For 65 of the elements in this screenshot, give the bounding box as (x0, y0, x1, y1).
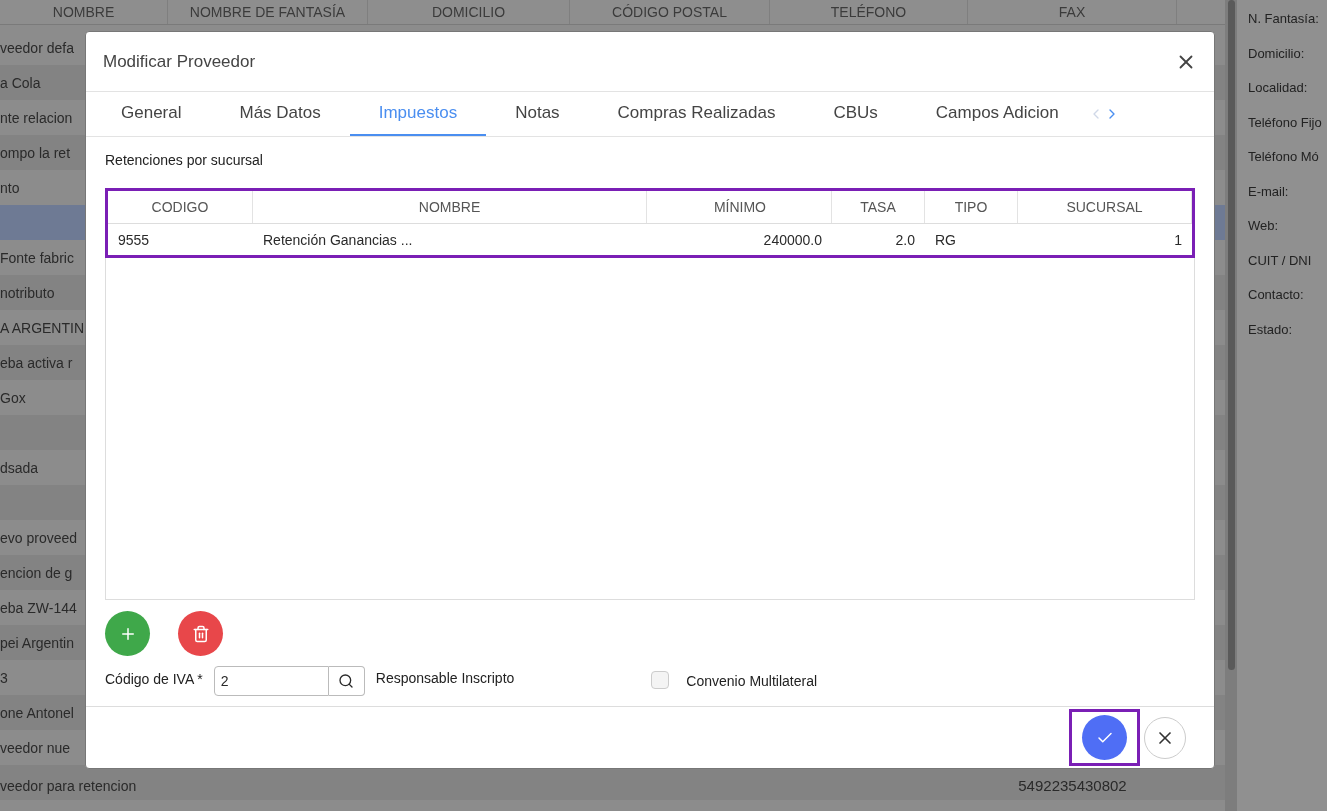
tab[interactable]: CBUs (804, 92, 907, 136)
delete-button[interactable] (178, 611, 223, 656)
scrollbar[interactable] (1227, 0, 1235, 670)
iva-code-field[interactable]: 2 (213, 666, 329, 696)
table-cell: eba activa r (0, 354, 73, 371)
table-cell: notributo (0, 284, 55, 301)
table-cell: one Antonel (0, 704, 74, 721)
table-cell: 1 (1174, 231, 1182, 248)
search-icon (338, 673, 355, 689)
table-cell: ompo la ret (0, 144, 71, 161)
table-cell: pei Argentin (0, 634, 74, 651)
table-cell: veedor para retencion (0, 778, 137, 794)
checkbox[interactable] (651, 671, 670, 689)
field-label: N. Fantasía: (1248, 11, 1319, 26)
tab[interactable]: Notas (486, 92, 589, 136)
column-header[interactable]: TIPO (954, 196, 988, 218)
tab[interactable]: Más Datos (210, 92, 350, 136)
field-label: Teléfono Mó (1248, 149, 1319, 164)
iva-description: Responsable Inscripto (375, 669, 515, 688)
field-label: CUIT / DNI (1248, 252, 1312, 268)
field-label: Localidad: (1248, 80, 1308, 95)
field-label: Domicilio: (1248, 45, 1305, 61)
cancel-button[interactable] (1144, 716, 1186, 759)
table-cell: veedor nue (0, 739, 71, 756)
table-cell: dsada (0, 459, 39, 476)
field-label: Teléfono Fijo (1248, 114, 1322, 130)
table-cell: Retención Ganancias ... (263, 231, 413, 248)
table-cell: eba ZW-144 (0, 599, 77, 616)
field-label: Web: (1248, 218, 1279, 233)
table-cell: Fonte fabric (0, 249, 74, 266)
table-cell: 3 (0, 669, 8, 686)
field-label: Código de IVA * (105, 670, 203, 689)
trash-icon (191, 624, 210, 643)
field-label: E-mail: (1248, 183, 1289, 199)
section-title: Retenciones por sucursal (105, 151, 264, 170)
tab[interactable]: Compras Realizadas (588, 92, 805, 136)
column-header[interactable]: CÓDIGO POSTAL (612, 1, 727, 23)
field-label: Contacto: (1248, 287, 1304, 302)
table-cell: 2.0 (895, 231, 915, 248)
table-cell: 9555 (118, 231, 150, 248)
table-cell: Gox (0, 389, 26, 406)
dialog-title: Modificar Proveedor (103, 50, 256, 73)
table-cell: A ARGENTIN (0, 319, 85, 336)
confirm-button[interactable] (1082, 715, 1127, 760)
table-cell: nte relacion (0, 109, 73, 126)
column-header[interactable]: CODIGO (151, 196, 209, 218)
table-cell: 240000.0 (763, 231, 822, 248)
table-cell: veedor defa (0, 39, 74, 56)
column-header[interactable]: SUCURSAL (1066, 196, 1143, 218)
checkbox-label: Convenio Multilateral (686, 672, 818, 691)
table-cell: evo proveed (0, 529, 78, 546)
tab[interactable]: General (92, 92, 211, 136)
add-button[interactable] (105, 611, 150, 656)
search-button[interactable] (328, 666, 365, 696)
table-cell: 5492235430802 (1018, 777, 1127, 794)
tab[interactable]: Campos Adicion (906, 92, 1088, 136)
column-header[interactable]: DOMICILIO (431, 1, 506, 23)
table-cell: nto (0, 179, 20, 196)
column-header[interactable]: MÍNIMO (713, 196, 766, 218)
field-label: Estado: (1248, 321, 1293, 337)
column-header[interactable]: NOMBRE (418, 196, 481, 218)
table-cell: RG (935, 231, 956, 248)
column-header[interactable]: TASA (860, 196, 896, 218)
table-cell: encion de g (0, 564, 73, 581)
table-cell: a Cola (0, 74, 41, 91)
